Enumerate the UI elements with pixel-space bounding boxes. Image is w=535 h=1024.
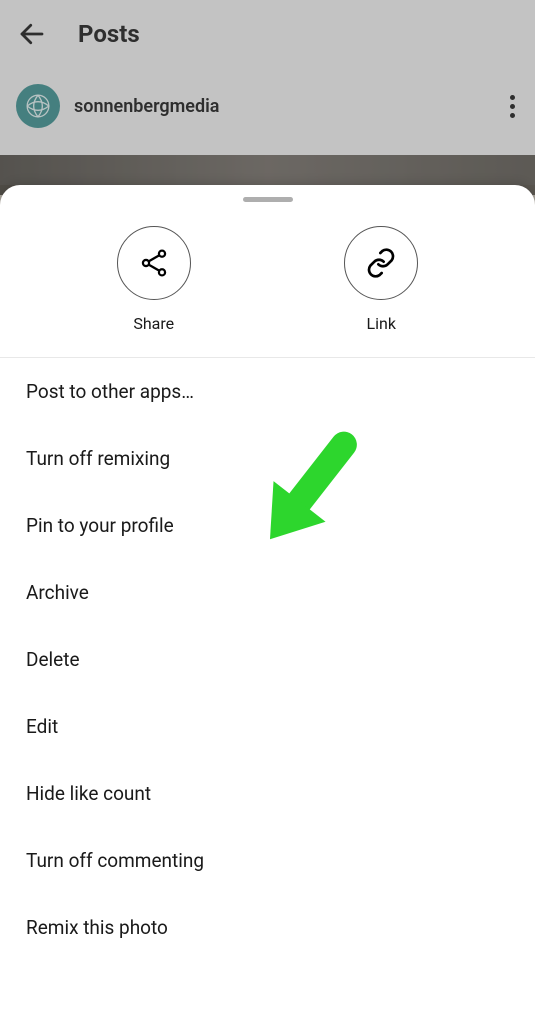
bottom-sheet: Share Link Post to other apps… Turn off …	[0, 185, 535, 1024]
menu-item-turn-off-remixing[interactable]: Turn off remixing	[0, 425, 535, 492]
avatar[interactable]	[16, 84, 60, 128]
back-arrow-icon[interactable]	[16, 18, 48, 50]
share-label: Share	[133, 314, 174, 333]
link-action[interactable]: Link	[344, 226, 418, 333]
menu-item-remix-photo[interactable]: Remix this photo	[0, 894, 535, 961]
menu-list: Post to other apps… Turn off remixing Pi…	[0, 358, 535, 961]
menu-item-delete[interactable]: Delete	[0, 626, 535, 693]
action-row: Share Link	[0, 218, 535, 357]
menu-item-post-other-apps[interactable]: Post to other apps…	[0, 358, 535, 425]
share-icon	[117, 226, 191, 300]
share-action[interactable]: Share	[117, 226, 191, 333]
drag-handle[interactable]	[243, 197, 293, 202]
post-header: sonnenbergmedia	[0, 68, 535, 144]
link-icon	[344, 226, 418, 300]
link-label: Link	[367, 314, 396, 333]
page-title: Posts	[78, 20, 140, 48]
top-bar: Posts	[0, 0, 535, 68]
menu-item-hide-like-count[interactable]: Hide like count	[0, 760, 535, 827]
menu-item-edit[interactable]: Edit	[0, 693, 535, 760]
username[interactable]: sonnenbergmedia	[74, 96, 219, 117]
menu-item-archive[interactable]: Archive	[0, 559, 535, 626]
more-options-icon[interactable]	[510, 95, 515, 118]
menu-item-turn-off-commenting[interactable]: Turn off commenting	[0, 827, 535, 894]
menu-item-pin-to-profile[interactable]: Pin to your profile	[0, 492, 535, 559]
